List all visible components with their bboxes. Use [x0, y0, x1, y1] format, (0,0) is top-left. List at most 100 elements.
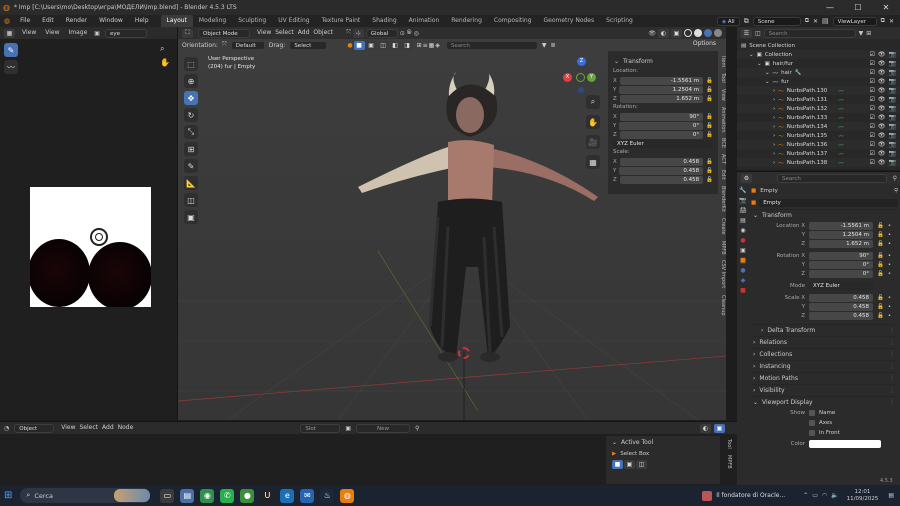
mode-set-icon[interactable]: ■: [612, 460, 623, 469]
node-tab-tool[interactable]: Tool: [722, 436, 732, 452]
lock-icon[interactable]: 🔓: [877, 271, 884, 277]
mode-subtract-icon[interactable]: ◫: [636, 460, 647, 469]
lock-icon[interactable]: 🔓: [706, 132, 713, 138]
rotation-mode-dropdown[interactable]: XYZ Euler: [809, 281, 873, 290]
news-widget[interactable]: Il fondatore di Oracle...: [702, 490, 785, 501]
checkbox-icon[interactable]: ☑: [870, 87, 875, 94]
n-rotation-x-field[interactable]: 90°: [619, 112, 704, 121]
drag-handle-icon[interactable]: ⋮: [889, 363, 898, 370]
view-layer-selector[interactable]: ViewLayer: [832, 16, 877, 26]
scene-tab-icon[interactable]: ◉: [740, 227, 745, 234]
keyframe-dot-icon[interactable]: •: [888, 262, 891, 268]
cursor-tool-icon[interactable]: ⊕: [184, 74, 198, 88]
eye-icon[interactable]: 👁: [878, 87, 886, 94]
chevron-down-icon[interactable]: ⌄: [749, 52, 754, 58]
camera-icon[interactable]: 📷: [889, 96, 896, 103]
edge-icon[interactable]: e: [280, 488, 295, 503]
copy-scene-icon[interactable]: ⧉: [805, 17, 809, 25]
chevron-right-icon[interactable]: ›: [773, 106, 775, 112]
proportional-edit-icon[interactable]: ◎: [414, 30, 419, 37]
lock-icon[interactable]: 🔓: [877, 232, 884, 238]
add-object-tool-icon[interactable]: ▣: [184, 210, 198, 224]
sidebar-tab-mpfb[interactable]: MPFB: [718, 238, 726, 258]
keyframe-dot-icon[interactable]: •: [888, 295, 891, 301]
image-name-field[interactable]: eye: [104, 28, 147, 38]
checkbox-icon[interactable]: ☑: [870, 132, 875, 139]
snap-icon[interactable]: ⦾: [407, 29, 412, 37]
transform-panel-header[interactable]: ⌄ Transform: [608, 55, 718, 67]
sidebar-tab-item[interactable]: Item: [718, 53, 726, 70]
image-browse-icon[interactable]: ▣: [94, 30, 100, 37]
pin-icon[interactable]: ⚲: [894, 188, 898, 194]
overlay-icon[interactable]: ◐: [658, 28, 669, 38]
checkbox-icon[interactable]: ☑: [870, 159, 875, 166]
wifi-icon[interactable]: ◠: [822, 492, 827, 499]
editor-type-icon[interactable]: ◔: [4, 425, 9, 432]
camera-icon[interactable]: 📷: [889, 51, 896, 58]
outliner-item[interactable]: › 〜 NurbsPath.138 〰 ☑ 👁 📷: [737, 158, 900, 167]
xray-icon[interactable]: ▣: [671, 28, 682, 38]
chevron-down-icon[interactable]: ⌄: [757, 61, 762, 67]
menu-file[interactable]: File: [14, 15, 36, 27]
node-menu-view[interactable]: View: [59, 422, 77, 434]
checkbox-icon[interactable]: ☑: [870, 60, 875, 67]
lock-icon[interactable]: 🔓: [706, 168, 713, 174]
drag-handle-icon[interactable]: ⋮: [889, 339, 898, 346]
taskbar-search[interactable]: ⌕ Cerca: [20, 488, 151, 503]
lock-icon[interactable]: 🔓: [706, 159, 713, 165]
blender-menu-icon[interactable]: ◍: [4, 17, 14, 25]
lock-icon[interactable]: 🔓: [877, 295, 884, 301]
workspace-tab-shading[interactable]: Shading: [366, 15, 402, 27]
n-scale-x-field[interactable]: 0.458: [619, 157, 704, 166]
menu-edit[interactable]: Edit: [36, 15, 60, 27]
prop-location-1-field[interactable]: 1.2504 m: [809, 230, 873, 239]
outliner-item[interactable]: ▤ Scene Collection: [737, 41, 900, 50]
chat-icon[interactable]: ●: [240, 488, 255, 503]
section-visibility[interactable]: › Visibility ⋮: [751, 384, 898, 396]
transform-orientation-icon[interactable]: ⊹: [352, 28, 364, 38]
node-menu-add[interactable]: Add: [100, 422, 116, 434]
section-viewport-display[interactable]: ⌄ Viewport Display ⋮: [751, 396, 898, 408]
gizmo-z-axis[interactable]: Z: [577, 57, 586, 66]
color-swatch[interactable]: [809, 440, 881, 448]
workspace-tab-rendering[interactable]: Rendering: [445, 15, 488, 27]
drag-handle-icon[interactable]: ⋮: [889, 387, 898, 394]
copy-layer-icon[interactable]: ⧉: [881, 17, 885, 25]
workspace-tab-scripting[interactable]: Scripting: [600, 15, 639, 27]
display-mode-icon[interactable]: ◫: [755, 30, 761, 37]
rotation-mode-dropdown[interactable]: XYZ Euler: [613, 139, 713, 148]
pin-icon[interactable]: ⚲: [893, 175, 900, 182]
chevron-right-icon[interactable]: ›: [773, 88, 775, 94]
filter-icon[interactable]: ▼: [859, 30, 864, 37]
zoom-icon[interactable]: ⌕: [160, 44, 170, 54]
section-collections[interactable]: › Collections ⋮: [751, 348, 898, 360]
viewport-menu-view[interactable]: View: [255, 27, 273, 39]
outliner-item[interactable]: ⌄ 〰 hair 🔧 ☑ 👁 📷: [737, 68, 900, 77]
viewport-menu-select[interactable]: Select: [273, 27, 296, 39]
outliner-item[interactable]: › 〜 NurbsPath.134 〰 ☑ 👁 📷: [737, 122, 900, 131]
n-location-y-field[interactable]: 1.2504 m: [619, 85, 704, 94]
keyframe-dot-icon[interactable]: •: [888, 223, 891, 229]
drag-handle-icon[interactable]: ⋮: [889, 399, 898, 406]
wireframe-shading-icon[interactable]: [684, 29, 692, 37]
checkbox-icon[interactable]: ☑: [870, 123, 875, 130]
transform-orientation-selector[interactable]: Global: [365, 28, 398, 38]
outliner-editor-icon[interactable]: ☰: [741, 28, 752, 38]
section-relations[interactable]: › Relations ⋮: [751, 336, 898, 348]
tool-tab-icon[interactable]: 🔧: [739, 187, 746, 194]
workspace-tab-modeling[interactable]: Modeling: [193, 15, 232, 27]
lock-icon[interactable]: 🔓: [706, 114, 713, 120]
prop-rotation-0-field[interactable]: 90°: [809, 251, 873, 260]
prop-rotation-1-field[interactable]: 0°: [809, 260, 873, 269]
mode-selector[interactable]: Object Mode: [198, 28, 250, 38]
overlay-toggle-icon[interactable]: ◐: [700, 424, 711, 433]
image-view-menu-2[interactable]: View: [43, 27, 61, 39]
node-tab-mpfb[interactable]: MPFB: [722, 452, 732, 472]
sidebar-tab-blenderkit[interactable]: BlenderKit: [718, 183, 726, 215]
select-dot-icon[interactable]: ●: [347, 42, 352, 49]
annotate-tool-icon[interactable]: 〰: [4, 60, 18, 74]
eye-icon[interactable]: 👁: [878, 69, 886, 76]
prop-scale-2-field[interactable]: 0.458: [809, 311, 873, 320]
snap-toggle-icon[interactable]: ▣: [714, 424, 725, 433]
outliner-item[interactable]: ⌄ ▣ Collection ☑ 👁 📷: [737, 50, 900, 59]
